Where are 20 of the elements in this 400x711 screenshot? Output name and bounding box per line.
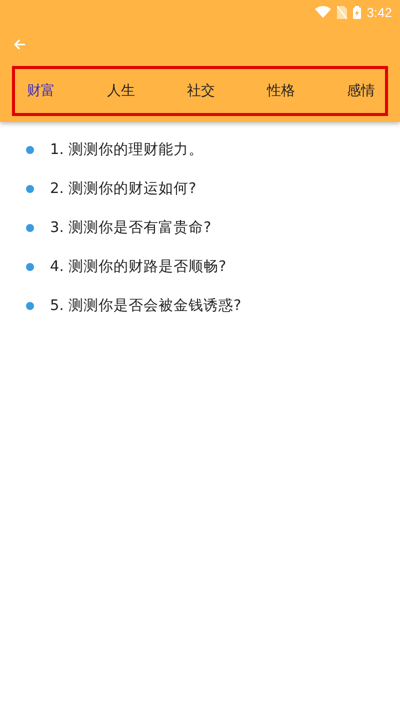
bullet-icon (26, 262, 34, 270)
status-time: 3:42 (366, 4, 392, 20)
tab[interactable]: 人生 (107, 78, 135, 104)
question-item[interactable]: 1. 测测你的理财能力。 (50, 140, 204, 159)
bullet-icon (26, 184, 34, 192)
tab[interactable]: 财富 (27, 78, 55, 104)
bullet-icon (26, 146, 34, 154)
wifi-icon (314, 6, 331, 18)
question-item[interactable]: 3. 测测你是否有富贵命? (50, 218, 212, 237)
tab[interactable]: 感情 (347, 78, 375, 104)
tab[interactable]: 性格 (267, 78, 295, 104)
back-arrow-icon (14, 38, 26, 50)
no-sim-icon (336, 6, 347, 18)
battery-icon (352, 6, 361, 18)
question-item[interactable]: 5. 测测你是否会被金钱诱惑? (50, 296, 242, 315)
bullet-icon (26, 224, 34, 232)
bullet-icon (26, 302, 34, 310)
question-item[interactable]: 2. 测测你的财运如何? (50, 179, 196, 198)
tab[interactable]: 社交 (187, 78, 215, 104)
question-item[interactable]: 4. 测测你的财路是否顺畅? (50, 257, 226, 276)
